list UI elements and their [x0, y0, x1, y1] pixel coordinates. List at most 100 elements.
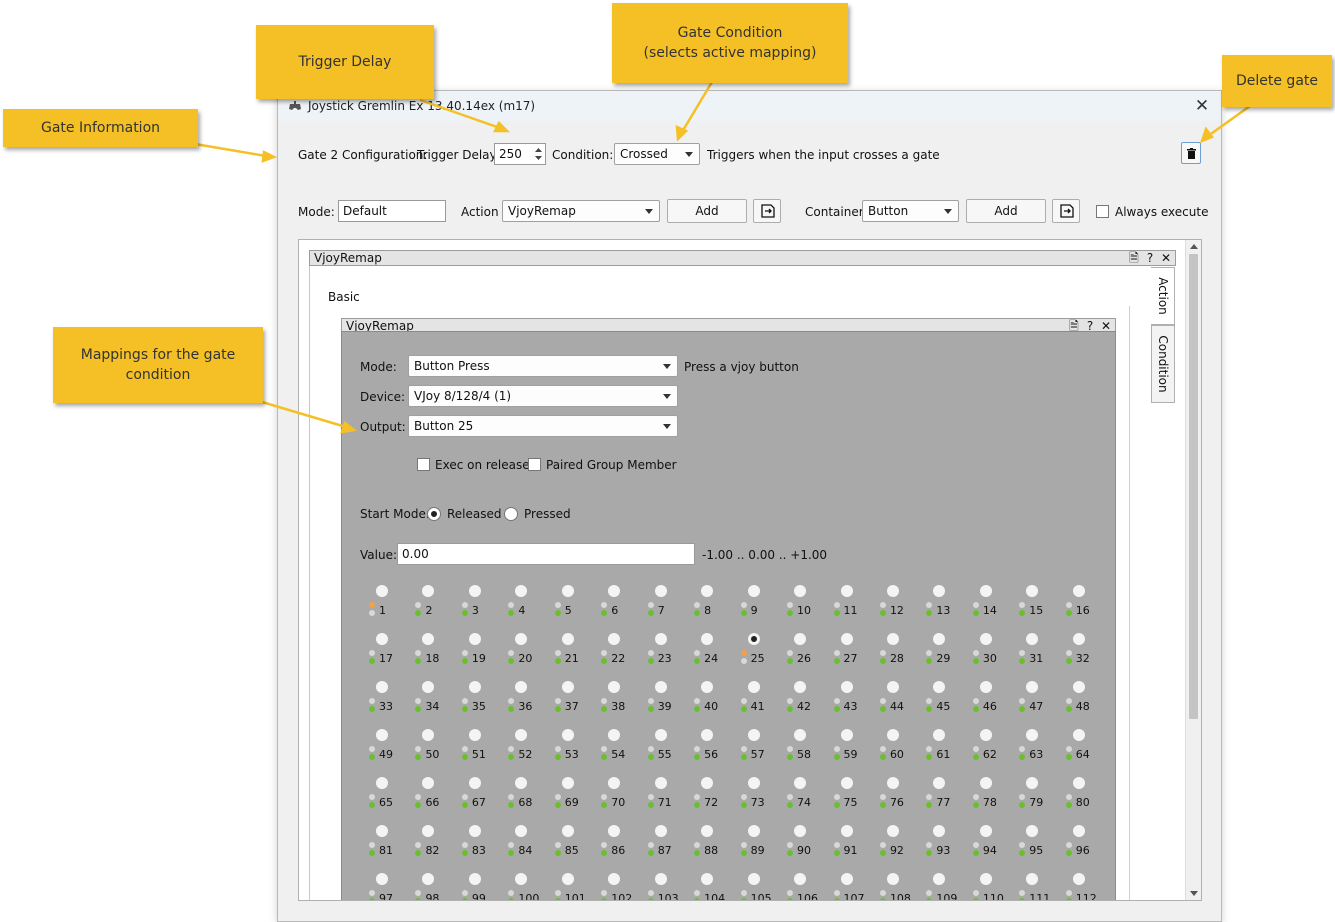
vjoy-button-20[interactable]: 20 — [507, 633, 551, 681]
vjoy-button-10[interactable]: 10 — [786, 585, 830, 633]
vjoy-button-61[interactable]: 61 — [925, 729, 969, 777]
vjoy-button-69[interactable]: 69 — [554, 777, 598, 825]
vjoy-button-radio[interactable] — [933, 729, 946, 741]
container-save-button[interactable] — [1052, 199, 1080, 223]
vjoy-button-52[interactable]: 52 — [507, 729, 551, 777]
vjoy-button-radio[interactable] — [979, 729, 992, 741]
vjoy-button-110[interactable]: 110 — [972, 873, 1016, 900]
vjoy-button-99[interactable]: 99 — [461, 873, 505, 900]
vjoy-button-radio[interactable] — [608, 825, 621, 837]
vjoy-button-radio[interactable] — [886, 681, 899, 693]
vjoy-button-48[interactable]: 48 — [1065, 681, 1109, 729]
container-select[interactable]: Button — [862, 200, 959, 222]
close-icon[interactable]: ✕ — [1159, 251, 1173, 265]
vjoy-button-22[interactable]: 22 — [600, 633, 644, 681]
vjoy-button-radio[interactable] — [747, 681, 760, 693]
vjoy-button-40[interactable]: 40 — [693, 681, 737, 729]
vjoy-button-81[interactable]: 81 — [368, 825, 412, 873]
vjoy-button-radio[interactable] — [747, 585, 760, 597]
vjoy-button-radio[interactable] — [515, 729, 528, 741]
vjoy-button-97[interactable]: 97 — [368, 873, 412, 900]
vjoy-button-radio[interactable] — [654, 729, 667, 741]
vjoy-button-11[interactable]: 11 — [833, 585, 877, 633]
vjoy-button-58[interactable]: 58 — [786, 729, 830, 777]
vjoy-button-32[interactable]: 32 — [1065, 633, 1109, 681]
vjoy-button-70[interactable]: 70 — [600, 777, 644, 825]
vjoy-button-21[interactable]: 21 — [554, 633, 598, 681]
vjoy-button-radio[interactable] — [1026, 825, 1039, 837]
vjoy-button-radio[interactable] — [979, 633, 992, 645]
vjoy-button-radio[interactable] — [1072, 681, 1085, 693]
vjoy-button-radio[interactable] — [1072, 633, 1085, 645]
action-select[interactable]: VjoyRemap — [502, 200, 660, 222]
vjoy-button-radio[interactable] — [468, 729, 481, 741]
vjoy-button-15[interactable]: 15 — [1018, 585, 1062, 633]
vjoy-button-35[interactable]: 35 — [461, 681, 505, 729]
vjoy-button-46[interactable]: 46 — [972, 681, 1016, 729]
vjoy-button-86[interactable]: 86 — [600, 825, 644, 873]
vjoy-button-radio[interactable] — [376, 633, 388, 645]
vjoy-button-4[interactable]: 4 — [507, 585, 551, 633]
vjoy-button-101[interactable]: 101 — [554, 873, 598, 900]
vjoy-button-radio[interactable] — [794, 777, 807, 789]
vjoy-button-43[interactable]: 43 — [833, 681, 877, 729]
tab-basic[interactable]: Basic — [328, 290, 360, 304]
vjoy-button-radio[interactable] — [933, 825, 946, 837]
vjoy-button-radio[interactable] — [561, 729, 574, 741]
vjoy-button-radio[interactable] — [561, 681, 574, 693]
document-icon[interactable]: 🗎 — [1127, 251, 1141, 265]
vjoy-button-radio[interactable] — [561, 633, 574, 645]
vjoy-button-30[interactable]: 30 — [972, 633, 1016, 681]
vjoy-button-radio[interactable] — [468, 825, 481, 837]
vjoy-button-radio[interactable] — [933, 873, 946, 885]
action-save-button[interactable] — [753, 199, 781, 223]
vjoy-button-9[interactable]: 9 — [740, 585, 784, 633]
vjoy-button-37[interactable]: 37 — [554, 681, 598, 729]
vjoy-button-radio[interactable] — [468, 873, 481, 885]
vjoy-button-49[interactable]: 49 — [368, 729, 412, 777]
vjoy-button-radio[interactable] — [422, 825, 435, 837]
vjoy-button-29[interactable]: 29 — [925, 633, 969, 681]
vjoy-button-73[interactable]: 73 — [740, 777, 784, 825]
vjoy-button-23[interactable]: 23 — [647, 633, 691, 681]
vjoy-button-radio[interactable] — [422, 873, 435, 885]
vjoy-button-85[interactable]: 85 — [554, 825, 598, 873]
vjoy-button-50[interactable]: 50 — [414, 729, 458, 777]
vjoy-button-radio[interactable] — [654, 633, 667, 645]
tab-condition[interactable]: Condition — [1151, 325, 1175, 403]
vjoy-button-radio[interactable] — [886, 873, 899, 885]
vjoy-button-67[interactable]: 67 — [461, 777, 505, 825]
vjoy-button-95[interactable]: 95 — [1018, 825, 1062, 873]
vjoy-button-radio[interactable] — [376, 681, 388, 693]
vjoy-button-radio[interactable] — [886, 729, 899, 741]
vjoy-button-radio[interactable] — [422, 777, 435, 789]
scroll-down-icon[interactable] — [1190, 891, 1198, 896]
spin-arrows-icon[interactable] — [534, 146, 543, 162]
vjoy-button-radio[interactable] — [933, 681, 946, 693]
vjoy-button-82[interactable]: 82 — [414, 825, 458, 873]
mode-field[interactable]: Default — [338, 200, 446, 222]
vjoy-button-radio[interactable] — [561, 873, 574, 885]
vjoy-button-radio[interactable] — [979, 873, 992, 885]
vjoy-button-6[interactable]: 6 — [600, 585, 644, 633]
vjoy-button-2[interactable]: 2 — [414, 585, 458, 633]
vjoy-button-radio[interactable] — [840, 825, 853, 837]
vjoy-button-radio[interactable] — [468, 633, 481, 645]
vjoy-button-radio[interactable] — [794, 825, 807, 837]
vjoy-button-radio[interactable] — [515, 873, 528, 885]
vjoy-button-66[interactable]: 66 — [414, 777, 458, 825]
vjoy-button-radio[interactable] — [701, 633, 714, 645]
delete-gate-button[interactable] — [1181, 142, 1201, 164]
trigger-delay-spinbox[interactable]: 250 — [494, 143, 546, 165]
vjoy-button-27[interactable]: 27 — [833, 633, 877, 681]
vjoy-button-3[interactable]: 3 — [461, 585, 505, 633]
vjoy-button-radio[interactable] — [840, 633, 853, 645]
vjoy-button-91[interactable]: 91 — [833, 825, 877, 873]
vjoy-button-radio[interactable] — [608, 729, 621, 741]
vjoy-button-14[interactable]: 14 — [972, 585, 1016, 633]
vjoy-button-radio[interactable] — [979, 825, 992, 837]
vjoy-button-radio[interactable] — [1072, 777, 1085, 789]
vjoy-button-radio[interactable] — [701, 777, 714, 789]
vjoy-button-radio[interactable] — [1026, 777, 1039, 789]
vjoy-button-71[interactable]: 71 — [647, 777, 691, 825]
